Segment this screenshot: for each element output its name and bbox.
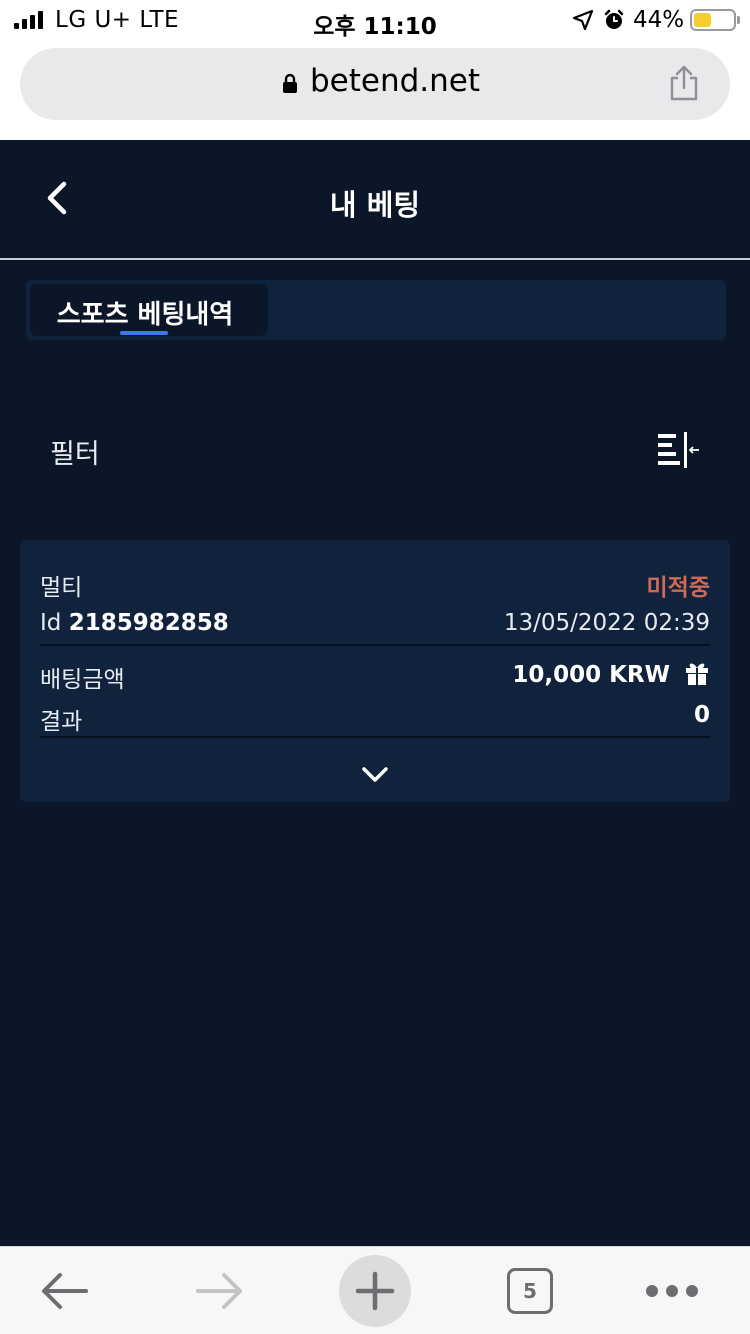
- location-arrow-icon: [572, 9, 594, 31]
- bet-id: Id 2185982858: [40, 610, 229, 636]
- address-bar[interactable]: betend.net: [20, 48, 730, 120]
- arrow-left-icon: [42, 1273, 88, 1309]
- url-text: betend.net: [310, 63, 481, 99]
- new-tab-button[interactable]: [337, 1247, 413, 1334]
- status-bar: LG U+ LTE 오후 11:10 44%: [0, 0, 750, 40]
- bet-type-row: 멀티 미적중: [40, 568, 710, 601]
- more-dots-icon: [646, 1285, 698, 1297]
- bet-type: 멀티: [40, 575, 83, 601]
- bet-amount-row: 배팅금액 10,000 KRW: [40, 660, 710, 693]
- bet-card: 멀티 미적중 Id 2185982858 13/05/2022 02:39 배팅…: [20, 540, 730, 802]
- filter-label: 필터: [50, 439, 100, 470]
- tabs-count: 5: [507, 1268, 553, 1314]
- more-button[interactable]: [634, 1247, 710, 1334]
- expand-chevron-down-icon[interactable]: [361, 766, 389, 784]
- browser-toolbar: 5: [0, 1246, 750, 1334]
- arrow-right-icon: [196, 1273, 242, 1309]
- bet-amount: 10,000 KRW: [512, 660, 710, 688]
- alarm-clock-icon: [604, 9, 624, 29]
- tabs-bar: 스포츠 베팅내역: [26, 280, 726, 340]
- filter-collapse-icon[interactable]: [656, 432, 700, 468]
- bet-id-value: 2185982858: [68, 610, 229, 636]
- share-icon[interactable]: [668, 64, 700, 102]
- browser-url-area: betend.net: [0, 40, 750, 140]
- tab-label: 스포츠 베팅내역: [56, 300, 234, 330]
- battery-tip: [737, 16, 740, 24]
- card-divider: [40, 736, 710, 738]
- bet-result-label: 결과: [40, 709, 83, 735]
- tabs-overview-button[interactable]: 5: [492, 1247, 568, 1334]
- bet-id-label: Id: [40, 610, 62, 636]
- active-tab-indicator: [120, 331, 168, 335]
- browser-back-button[interactable]: [26, 1247, 102, 1334]
- bet-status-badge: 미적중: [646, 575, 710, 601]
- lock-icon: [283, 73, 297, 93]
- bet-amount-label: 배팅금액: [40, 667, 125, 693]
- page-title: 내 베팅: [329, 188, 421, 222]
- header-divider: [0, 258, 750, 260]
- app-header: 내 베팅: [0, 140, 750, 259]
- battery-icon: [690, 9, 736, 31]
- card-divider: [40, 644, 710, 646]
- plus-icon: [339, 1255, 411, 1327]
- bet-result-row: 결과 0: [40, 702, 710, 735]
- battery-percent: 44%: [633, 7, 685, 33]
- gift-icon: [686, 663, 708, 685]
- bet-id-row: Id 2185982858 13/05/2022 02:39: [40, 610, 710, 642]
- bet-datetime: 13/05/2022 02:39: [503, 610, 710, 636]
- bet-result-value: 0: [693, 702, 710, 728]
- browser-forward-button[interactable]: [182, 1247, 258, 1334]
- bet-amount-value: 10,000 KRW: [512, 662, 670, 688]
- tab-sports-betting-history[interactable]: 스포츠 베팅내역: [30, 284, 268, 336]
